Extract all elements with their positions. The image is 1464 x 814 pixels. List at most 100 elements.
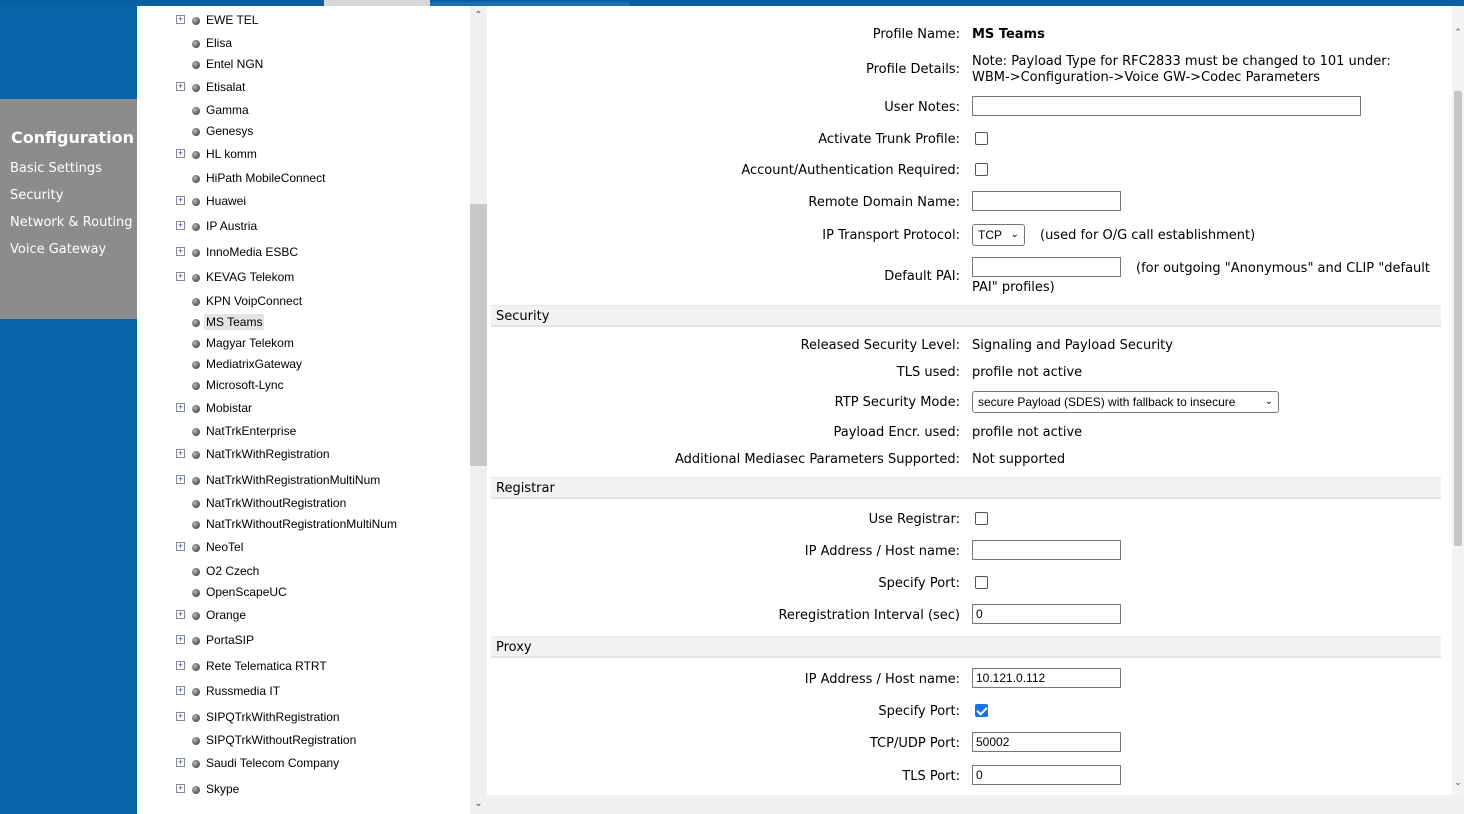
expand-plus-icon[interactable]: + (176, 661, 185, 670)
proxy-specify-port-label: Specify Port: (878, 704, 960, 719)
tree-item-label[interactable]: IP Austria (204, 218, 259, 234)
tree-item-label[interactable]: Saudi Telecom Company (204, 755, 341, 771)
profile-name-label: Profile Name: (872, 27, 960, 42)
expand-plus-icon[interactable]: + (176, 758, 185, 767)
bullet-icon (192, 298, 200, 306)
tree-item-label[interactable]: Elisa (204, 35, 234, 51)
registrar-ip-host-input[interactable] (972, 540, 1121, 560)
tree-item-label[interactable]: Gamma (204, 102, 251, 118)
expand-plus-icon[interactable]: + (176, 247, 185, 256)
bullet-icon (192, 568, 200, 576)
expand-plus-icon[interactable]: + (176, 449, 185, 458)
tree-item-label[interactable]: KEVAG Telekom (204, 269, 296, 285)
expand-plus-icon[interactable]: + (176, 196, 185, 205)
user-notes-label: User Notes: (884, 100, 960, 115)
tree-item-label[interactable]: EWE TEL (204, 12, 260, 28)
expand-plus-icon[interactable]: + (176, 784, 185, 793)
expand-plus-icon[interactable]: + (176, 712, 185, 721)
tree-item-label[interactable]: O2 Czech (204, 563, 261, 579)
expand-plus-icon[interactable]: + (176, 610, 185, 619)
tree-item-label[interactable]: NatTrkEnterprise (204, 423, 298, 439)
tree-item-label[interactable]: NatTrkWithoutRegistrationMultiNum (204, 516, 399, 532)
expand-plus-icon[interactable]: + (176, 15, 185, 24)
tree-item-label[interactable]: NatTrkWithoutRegistration (204, 495, 348, 511)
rereg-interval-input[interactable] (972, 604, 1121, 624)
bullet-icon (192, 61, 200, 69)
expand-plus-icon[interactable]: + (176, 542, 185, 551)
tree-item-label[interactable]: InnoMedia ESBC (204, 244, 300, 260)
bullet-icon (192, 637, 200, 645)
tree-item-label[interactable]: Huawei (204, 193, 248, 209)
tree-item-label[interactable]: NatTrkWithRegistrationMultiNum (204, 472, 382, 488)
tree-item-label[interactable]: HL komm (204, 146, 259, 162)
remote-domain-label: Remote Domain Name: (808, 195, 960, 210)
tree-item-label[interactable]: Skype (204, 781, 241, 797)
tree-item-label[interactable]: Entel NGN (204, 56, 265, 72)
nav-item-basic-settings[interactable]: Basic Settings (10, 161, 102, 176)
scroll-down-icon[interactable]: ⌄ (1453, 778, 1463, 788)
bullet-icon (192, 175, 200, 183)
tree-item-label[interactable]: MS Teams (204, 314, 265, 330)
scroll-up-icon[interactable]: ⌃ (473, 10, 484, 21)
expand-plus-icon[interactable]: + (176, 272, 185, 281)
account-auth-checkbox[interactable] (975, 163, 988, 176)
profile-tree: + EWE TEL Elisa Entel NGN + Etisalat Gamma Gene… (137, 6, 470, 814)
tree-item-label[interactable]: NeoTel (204, 539, 245, 555)
proxy-ip-host-input[interactable] (972, 668, 1121, 688)
scroll-up-icon[interactable]: ⌃ (1453, 28, 1463, 38)
tree-item-label[interactable]: Orange (204, 607, 248, 623)
rtp-mode-select[interactable]: secure Payload (SDES) with fallback to i… (972, 391, 1279, 413)
mediasec-label: Additional Mediasec Parameters Supported… (674, 452, 960, 467)
nav-item-network-routing[interactable]: Network & Routing (10, 215, 133, 230)
main-scrollbar[interactable]: ⌃ ⌄ (1452, 6, 1464, 795)
tcp-udp-port-input[interactable] (972, 732, 1121, 752)
user-notes-input[interactable] (972, 96, 1361, 116)
registrar-ip-host-label: IP Address / Host name: (804, 544, 960, 559)
registrar-specify-port-label: Specify Port: (878, 576, 960, 591)
proxy-specify-port-checkbox[interactable] (975, 704, 988, 717)
expand-plus-icon[interactable]: + (176, 221, 185, 230)
tree-item-label[interactable]: Rete Telematica RTRT (204, 658, 329, 674)
use-registrar-checkbox[interactable] (975, 512, 988, 525)
tree-item-label[interactable]: Russmedia IT (204, 683, 282, 699)
nav-item-security[interactable]: Security (10, 188, 63, 203)
bullet-icon (192, 382, 200, 390)
tree-item-label[interactable]: MediatrixGateway (204, 356, 304, 372)
expand-plus-icon[interactable]: + (176, 403, 185, 412)
main-scroll-thumb[interactable] (1454, 91, 1462, 546)
scroll-down-icon[interactable]: ⌄ (473, 798, 484, 809)
default-pai-input[interactable] (972, 257, 1121, 277)
expand-plus-icon[interactable]: + (176, 635, 185, 644)
tree-item-label[interactable]: OpenScapeUC (204, 584, 289, 600)
bullet-icon (192, 612, 200, 620)
ip-transport-value: TCP (978, 228, 1002, 242)
bullet-icon (192, 128, 200, 136)
tree-item-label[interactable]: NatTrkWithRegistration (204, 446, 332, 462)
tree-item-label[interactable]: Genesys (204, 123, 255, 139)
default-pai-note-line1: (for outgoing "Anonymous" and CLIP "defa… (1136, 261, 1430, 276)
nav-item-voice-gateway[interactable]: Voice Gateway (10, 242, 106, 257)
tree-item-label[interactable]: Etisalat (204, 79, 247, 95)
tree-item-label[interactable]: Magyar Telekom (204, 335, 296, 351)
tree-item-label[interactable]: HiPath MobileConnect (204, 170, 327, 186)
tree-item-label[interactable]: KPN VoipConnect (204, 293, 304, 309)
tree-item-label[interactable]: Microsoft-Lync (204, 377, 286, 393)
tls-port-input[interactable] (972, 765, 1121, 785)
tree-item-label[interactable]: SIPQTrkWithRegistration (204, 709, 342, 725)
tree-item-label[interactable]: PortaSIP (204, 632, 256, 648)
expand-plus-icon[interactable]: + (176, 82, 185, 91)
expand-plus-icon[interactable]: + (176, 475, 185, 484)
expand-plus-icon[interactable]: + (176, 149, 185, 158)
registrar-specify-port-checkbox[interactable] (975, 576, 988, 589)
tree-scroll-thumb[interactable] (470, 204, 487, 466)
tree-item-label[interactable]: Mobistar (204, 400, 254, 416)
expand-plus-icon[interactable]: + (176, 686, 185, 695)
tree-scrollbar[interactable]: ⌃ ⌄ (470, 6, 487, 814)
tree-item-label[interactable]: SIPQTrkWithoutRegistration (204, 732, 358, 748)
profile-name-value: MS Teams (972, 27, 1045, 42)
nav-title: Configuration (11, 128, 135, 147)
remote-domain-input[interactable] (972, 191, 1121, 211)
ip-transport-select[interactable]: TCP ⌄ (972, 224, 1025, 246)
chevron-down-icon: ⌄ (1264, 396, 1273, 407)
activate-trunk-checkbox[interactable] (975, 132, 988, 145)
